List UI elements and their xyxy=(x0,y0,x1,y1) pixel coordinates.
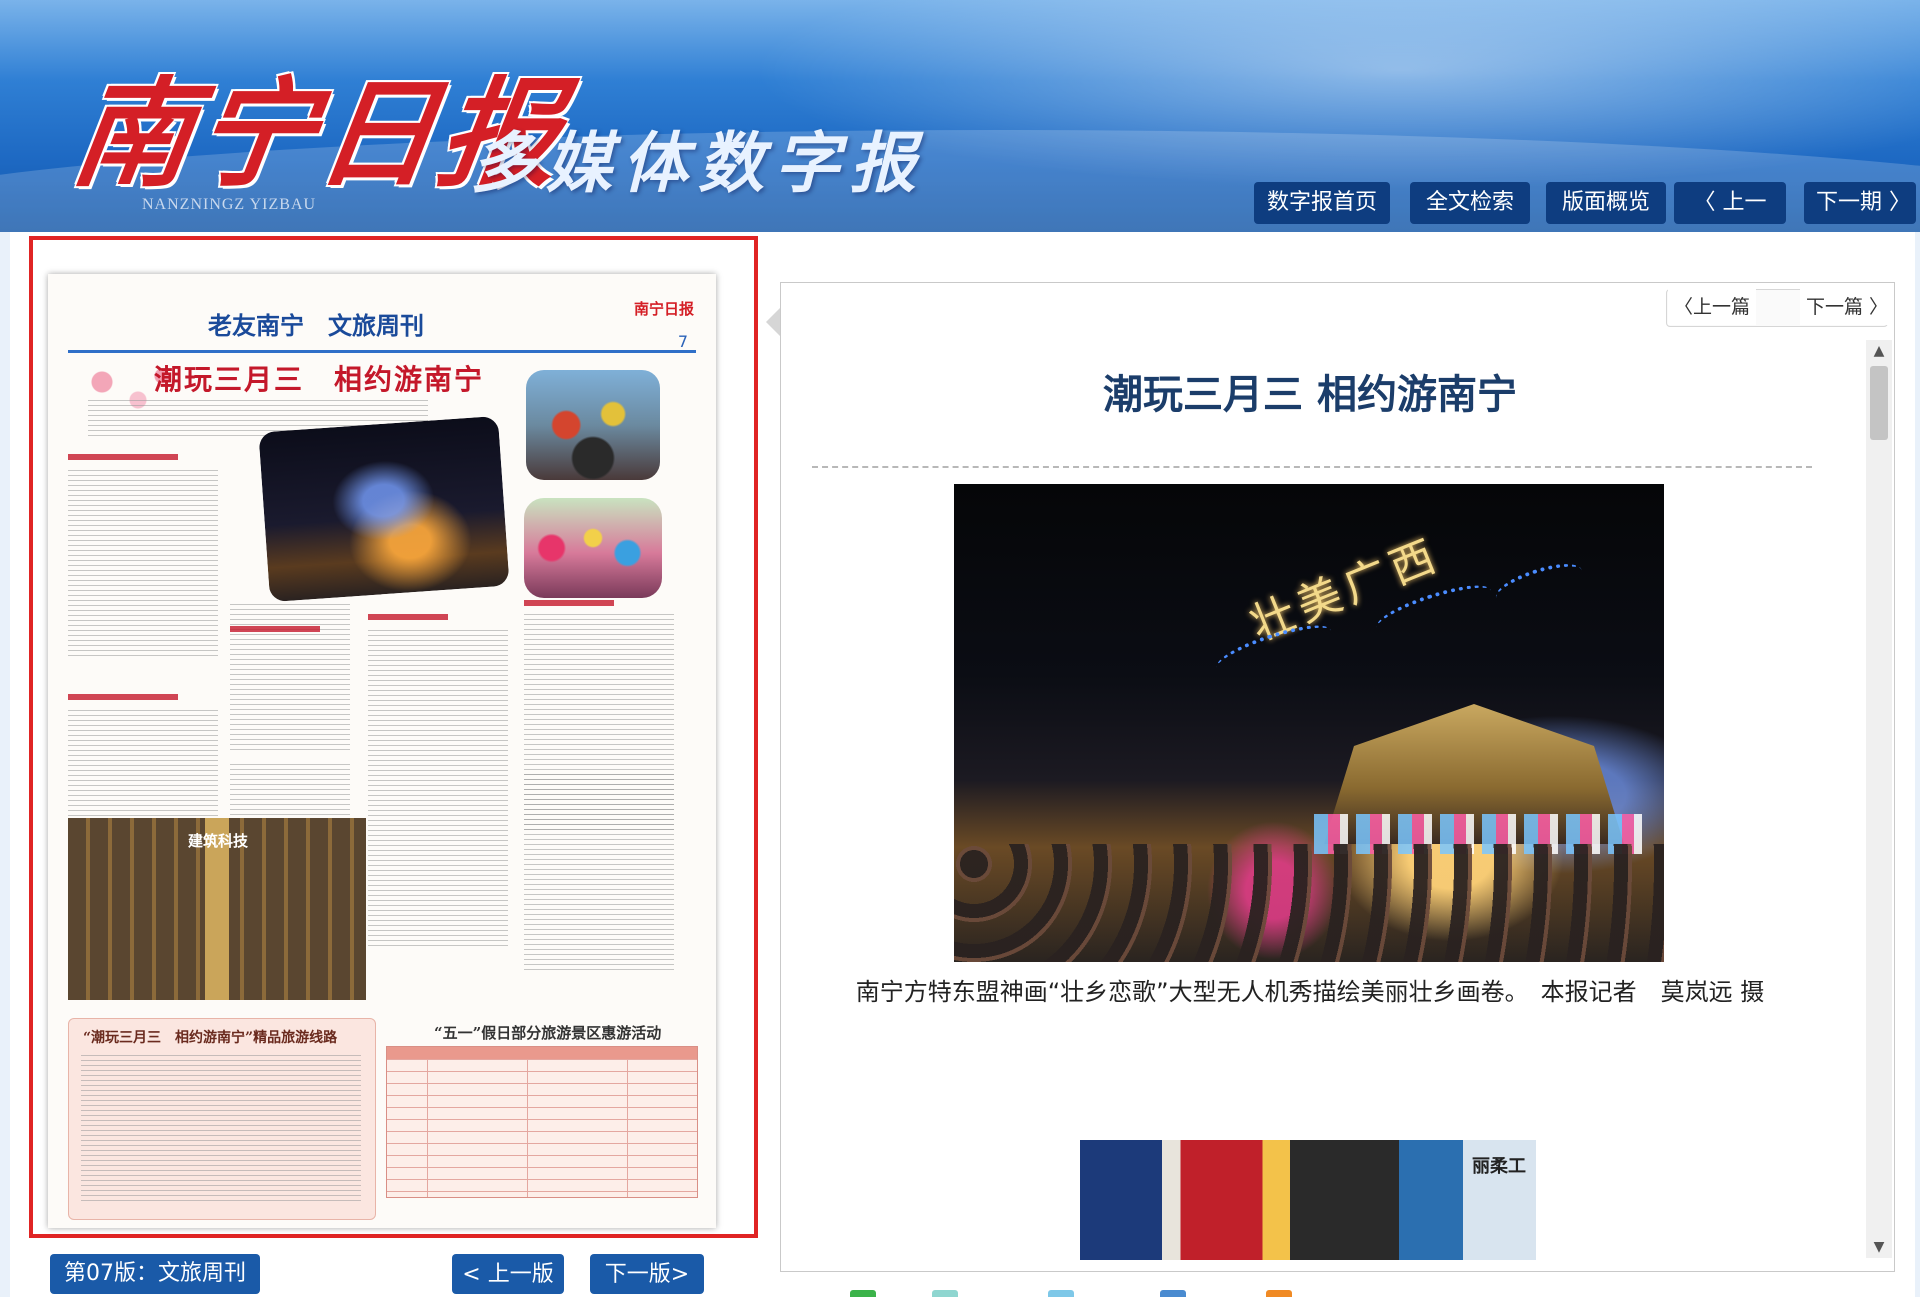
nav-home-button[interactable]: 数字报首页 xyxy=(1254,182,1390,224)
share-more-icon[interactable] xyxy=(1266,1290,1292,1297)
scroll-down-arrow-icon[interactable]: ▼ xyxy=(1866,1236,1892,1258)
promo-table xyxy=(386,1046,698,1198)
text-block xyxy=(524,774,674,974)
nav-prev-issue-button[interactable]: 〈 上一期 xyxy=(1674,182,1786,257)
article-photo-2[interactable]: 丽柔工 xyxy=(1080,1140,1536,1260)
header-slogan: 多媒体数字报 xyxy=(470,124,926,202)
article-photo[interactable]: 壮美广西 xyxy=(954,484,1664,962)
promo-table-title: “五一”假日部分旅游景区惠游活动 xyxy=(434,1024,662,1042)
audience-crowd xyxy=(954,844,1664,962)
scroll-thumb[interactable] xyxy=(1870,366,1888,440)
prev-page-button[interactable]: < 上一版 xyxy=(452,1254,564,1294)
paper-rule xyxy=(68,350,696,353)
subhead-marker xyxy=(68,454,178,460)
share-weibo-icon[interactable] xyxy=(1048,1290,1074,1297)
subhead-marker xyxy=(68,694,178,700)
paper-page-number: 7 xyxy=(677,332,688,351)
share-qzone-icon[interactable] xyxy=(932,1290,958,1297)
photo2-label: 丽柔工 xyxy=(1472,1156,1526,1177)
drone-wave xyxy=(1491,555,1587,613)
photo-drone-show xyxy=(258,415,510,603)
photo-museum: 建筑科技 xyxy=(68,818,366,1000)
museum-label: 建筑科技 xyxy=(188,832,249,850)
share-qq-icon[interactable] xyxy=(1160,1290,1186,1297)
paper-logo: 南宁日报 xyxy=(633,300,694,318)
logo-subtitle: NANZNINGZ YIZBAU xyxy=(142,196,317,213)
article-pointer xyxy=(766,308,780,336)
page-label: 第07版：文旅周刊 xyxy=(50,1254,260,1294)
paper-headline: 潮玩三月三 相约游南宁 xyxy=(154,363,485,396)
title-divider xyxy=(812,466,1812,468)
share-wechat-icon[interactable] xyxy=(850,1290,876,1297)
text-block xyxy=(68,470,218,660)
photo-performers xyxy=(526,370,660,480)
next-article-button[interactable]: 下一篇 〉 xyxy=(1800,289,1895,325)
promo-table-header xyxy=(387,1047,697,1059)
article-title: 潮玩三月三 相约游南宁 xyxy=(1103,372,1517,418)
photo-caption: 南宁方特东盟神画“壮乡恋歌”大型无人机秀描绘美丽壮乡画卷。 本报记者 莫岚远 摄 xyxy=(855,978,1765,1006)
route-box: “潮玩三月三 相约游南宁”精品旅游线路 xyxy=(68,1018,376,1220)
nav-search-button[interactable]: 全文检索 xyxy=(1410,182,1530,224)
subhead-marker xyxy=(368,614,448,620)
scroll-up-arrow-icon[interactable]: ▲ xyxy=(1866,340,1892,362)
text-block xyxy=(81,1055,361,1205)
prev-article-button[interactable]: 〈上一篇 xyxy=(1668,289,1757,325)
nav-next-issue-button[interactable]: 下一期 〉 xyxy=(1804,182,1916,224)
subhead-marker xyxy=(230,626,320,632)
photo-festival-crowd xyxy=(524,498,662,598)
newspaper-page-image[interactable]: 老友南宁 文旅周刊 南宁日报 7 潮玩三月三 相约游南宁 建筑科技 “潮玩三月三… xyxy=(48,274,716,1228)
route-box-title: “潮玩三月三 相约游南宁”精品旅游线路 xyxy=(83,1030,338,1046)
article-scrollbar[interactable]: ▲ ▼ xyxy=(1866,340,1892,1258)
newspaper-logo[interactable]: 南宁日报 xyxy=(36,18,573,203)
next-page-button[interactable]: 下一版> xyxy=(590,1254,704,1294)
subhead-marker xyxy=(524,600,614,606)
nav-overview-button[interactable]: 版面概览 xyxy=(1546,182,1666,224)
paper-masthead: 老友南宁 文旅周刊 xyxy=(208,311,424,340)
text-block xyxy=(368,630,508,950)
share-icons xyxy=(850,1286,1330,1297)
